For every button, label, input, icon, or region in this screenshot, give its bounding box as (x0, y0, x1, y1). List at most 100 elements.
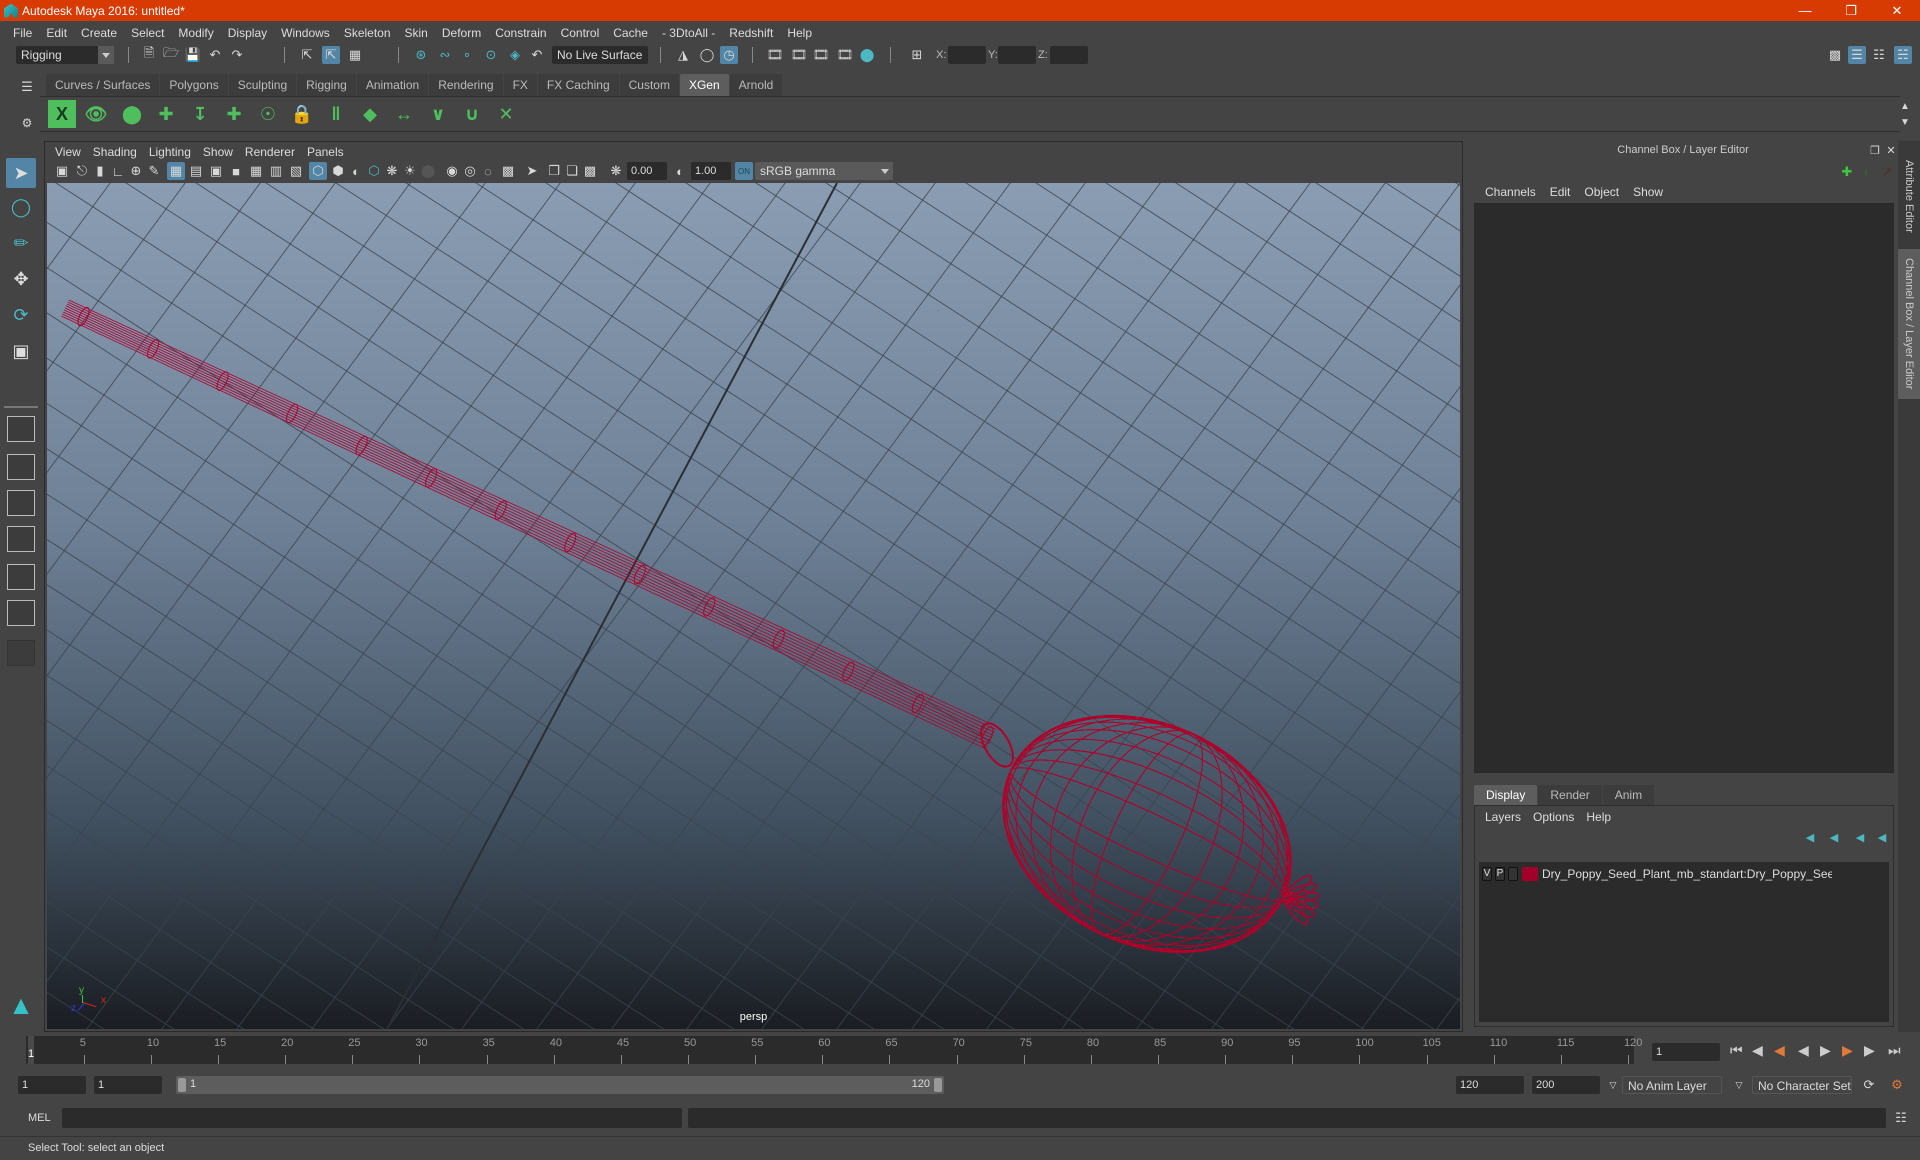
range-slider[interactable]: 1 120 (176, 1076, 944, 1094)
menu-control[interactable]: Control (554, 26, 607, 40)
menu-redshift[interactable]: Redshift (722, 26, 780, 40)
move-layer-up-icon[interactable]: ◀ (1801, 828, 1819, 846)
hypershade-persp-layout-button[interactable] (7, 564, 35, 590)
menu-deform[interactable]: Deform (435, 26, 488, 40)
vp-menu-show[interactable]: Show (197, 145, 239, 159)
current-frame-field[interactable]: 1 (1652, 1043, 1720, 1061)
tool-settings-icon[interactable]: ☷ (1870, 46, 1888, 64)
paint-select-tool-icon[interactable]: ✏ (6, 228, 36, 258)
range-end-handle[interactable] (934, 1078, 942, 1092)
menu-3dtoall[interactable]: - 3DtoAll - (655, 26, 722, 40)
layer-row[interactable]: V P Dry_Poppy_Seed_Plant_mb_standart:Dry… (1479, 866, 1889, 882)
anim-layer-dropdown[interactable]: No Anim Layer (1622, 1076, 1722, 1094)
save-scene-icon[interactable]: 💾 (184, 46, 202, 64)
gate-mask-icon[interactable]: ■ (227, 162, 245, 180)
layer-tab-display[interactable]: Display (1474, 785, 1538, 805)
grid-toggle-icon[interactable]: ▦ (167, 162, 185, 180)
isolate-select-icon[interactable]: ➤ (523, 162, 541, 180)
vp-menu-renderer[interactable]: Renderer (239, 145, 301, 159)
guide-surface-icon[interactable]: ◆ (356, 100, 384, 128)
layer-tab-anim[interactable]: Anim (1602, 785, 1655, 805)
select-camera-icon[interactable]: ▣ (53, 162, 71, 180)
cb-menu-channels[interactable]: Channels (1478, 185, 1543, 199)
menu-skeleton[interactable]: Skeleton (337, 26, 398, 40)
motion-blur-icon[interactable]: ◉ (443, 162, 461, 180)
cb-menu-edit[interactable]: Edit (1543, 185, 1578, 199)
persp-graph-layout-button[interactable] (7, 526, 35, 552)
persp-outliner-graph-layout-button[interactable] (7, 600, 35, 626)
exposure-icon[interactable]: ❋ (607, 162, 625, 180)
input-ops-icon[interactable]: ◮ (674, 46, 692, 64)
auto-key-icon[interactable]: ⟳ (1860, 1076, 1878, 1094)
xray-active-icon[interactable]: ❏ (563, 162, 581, 180)
shelf-scroll-down-icon[interactable]: ▼ (1896, 113, 1914, 131)
four-pane-layout-button[interactable] (7, 454, 35, 480)
wireframe-on-shaded-icon[interactable]: ◐ (347, 162, 365, 180)
sculpt-guides-icon[interactable]: ↧ (186, 100, 214, 128)
render-current-icon[interactable]: 🎞 (790, 46, 808, 64)
insert-guide-icon[interactable]: ✚ (220, 100, 248, 128)
exposure-field[interactable]: 0.00 (627, 162, 667, 180)
redo-icon[interactable]: ↷ (228, 46, 246, 64)
attribute-editor-toggle-icon[interactable]: ☰ (1848, 46, 1866, 64)
bookmark-icon[interactable]: ▮ (91, 162, 109, 180)
channel-box-toggle-icon[interactable]: ☵ (1894, 46, 1912, 64)
depth-of-field-icon[interactable]: ◌ (479, 162, 497, 180)
film-gate-icon[interactable]: ▤ (187, 162, 205, 180)
smooth-shade-icon[interactable]: ⬢ (329, 162, 347, 180)
script-editor-icon[interactable]: ☷ (1892, 1109, 1910, 1127)
wireframe-icon[interactable]: ⬡ (309, 162, 327, 180)
layer-tab-render[interactable]: Render (1538, 785, 1602, 805)
guide-length-icon[interactable]: ‖ (322, 100, 350, 128)
shelf-tab-fx[interactable]: FX (503, 74, 537, 96)
layer-color-swatch[interactable] (1522, 867, 1538, 881)
shelf-tab-rigging[interactable]: Rigging (297, 74, 356, 96)
animation-preferences-icon[interactable]: ⚙ (1888, 1076, 1906, 1094)
lock-guide-icon[interactable]: 🔒 (288, 100, 316, 128)
cb-menu-show[interactable]: Show (1626, 185, 1670, 199)
grooming-icon[interactable]: ↔ (390, 100, 418, 128)
lasso-tool-icon[interactable]: ◯ (6, 192, 36, 222)
shelf-tab-animation[interactable]: Animation (356, 74, 429, 96)
speed-icon[interactable]: ◐ (1858, 163, 1876, 181)
field-chart-icon[interactable]: ▦ (247, 162, 265, 180)
resolution-gate-icon[interactable]: ▣ (207, 162, 225, 180)
play-forwards-icon[interactable]: ▶ (1820, 1042, 1831, 1059)
command-input[interactable] (62, 1108, 682, 1128)
play-backwards-icon[interactable]: ◀ (1798, 1042, 1809, 1059)
menu-windows[interactable]: Windows (274, 26, 337, 40)
live-surface-field[interactable]: No Live Surface (552, 46, 648, 64)
layer-menu-options[interactable]: Options (1527, 810, 1580, 824)
bend-guides-icon[interactable]: ✕ (492, 100, 520, 128)
shelf-tab-arnold[interactable]: Arnold (729, 74, 783, 96)
rotate-tool-icon[interactable]: ⟳ (6, 300, 36, 330)
multisample-aa-icon[interactable]: ◎ (461, 162, 479, 180)
manipulator-icon[interactable]: ✚ (1838, 163, 1856, 181)
menu-modify[interactable]: Modify (171, 26, 220, 40)
layout-expand-button[interactable] (7, 640, 35, 666)
snap-live-icon[interactable]: ◈ (506, 46, 524, 64)
move-tool-icon[interactable]: ✥ (6, 264, 36, 294)
shelf-settings-icon[interactable]: ⚙ (18, 114, 36, 132)
xgen-preview-icon[interactable]: 👁 (82, 100, 110, 128)
hud-icon[interactable]: ▩ (581, 162, 599, 180)
menuset-dropdown[interactable]: Rigging (16, 46, 114, 64)
output-ops-icon[interactable]: ◯ (698, 46, 716, 64)
layer-menu-help[interactable]: Help (1580, 810, 1617, 824)
snap-view-plane-icon[interactable]: ⊙ (482, 46, 500, 64)
step-forward-key-icon[interactable]: ▶ (1842, 1042, 1853, 1059)
layer-menu-layers[interactable]: Layers (1479, 810, 1527, 824)
chevron-down-icon[interactable]: ▽ (1604, 1076, 1622, 1094)
shadows-icon[interactable]: ☀ (401, 162, 419, 180)
color-management-toggle[interactable]: ON (735, 162, 753, 180)
flip-guide-icon[interactable]: ∨ (424, 100, 452, 128)
menu-file[interactable]: File (6, 26, 39, 40)
menu-cache[interactable]: Cache (606, 26, 655, 40)
camera-attributes-icon[interactable]: ⎋ (73, 162, 91, 180)
select-object-icon[interactable]: ⇱ (322, 46, 340, 64)
chevron-down-icon[interactable]: ▽ (1730, 1076, 1748, 1094)
command-language-label[interactable]: MEL (28, 1109, 51, 1127)
select-component-icon[interactable]: ▦ (346, 46, 364, 64)
xray-icon[interactable]: ▩ (499, 162, 517, 180)
textured-icon[interactable]: ⬡ (365, 162, 383, 180)
